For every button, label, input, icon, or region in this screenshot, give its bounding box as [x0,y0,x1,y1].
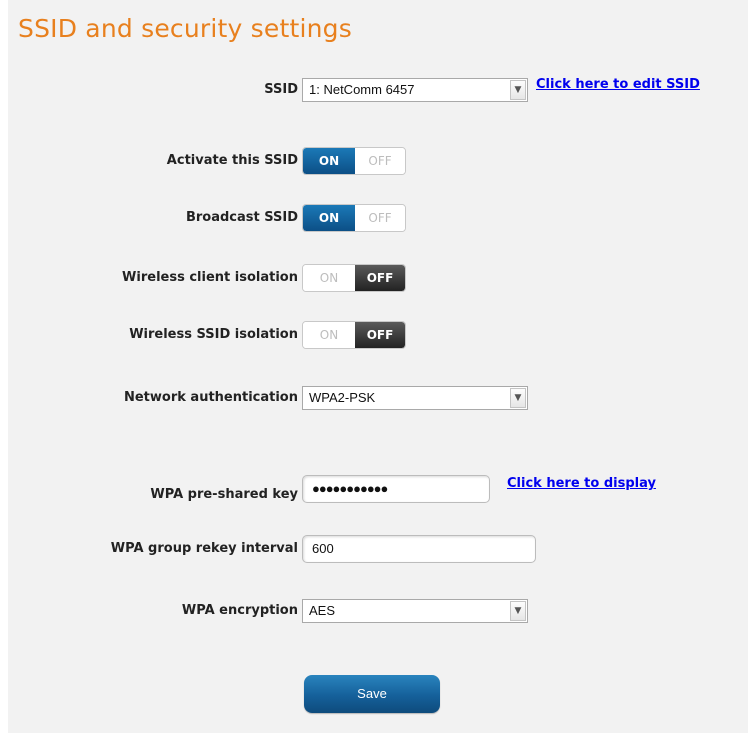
psk-input[interactable]: ●●●●●●●●●●● [302,475,490,503]
settings-panel: SSID and security settings SSID 1: NetCo… [8,0,748,733]
network-auth-select-value: WPA2-PSK [309,390,376,405]
broadcast-ssid-toggle[interactable]: ON OFF [302,204,406,232]
chevron-down-icon: ▼ [510,80,526,100]
toggle-off-option[interactable]: OFF [355,265,405,291]
client-isolation-toggle[interactable]: ON OFF [302,264,406,292]
network-auth-label: Network authentication [123,390,298,405]
edit-ssid-link[interactable]: Click here to edit SSID [536,75,700,95]
ssid-select-value: 1: NetComm 6457 [309,82,415,97]
toggle-off-option[interactable]: OFF [355,322,405,348]
rekey-label: WPA group rekey interval [110,541,298,556]
ssid-isolation-label: Wireless SSID isolation [129,327,298,342]
broadcast-ssid-label: Broadcast SSID [185,210,298,225]
encryption-label: WPA encryption [181,603,298,618]
ssid-row: SSID 1: NetComm 6457 ▼ Click here to edi… [8,75,748,105]
rekey-row: WPA group rekey interval 600 [8,534,748,564]
client-isolation-row: Wireless client isolation ON OFF [8,263,748,293]
ssid-isolation-row: Wireless SSID isolation ON OFF [8,320,748,350]
encryption-select[interactable]: AES ▼ [302,599,528,623]
network-auth-select[interactable]: WPA2-PSK ▼ [302,386,528,410]
psk-row: WPA pre-shared key ●●●●●●●●●●● Click her… [8,474,748,506]
page-title: SSID and security settings [18,14,352,43]
client-isolation-label: Wireless client isolation [122,270,298,285]
ssid-select[interactable]: 1: NetComm 6457 ▼ [302,78,528,102]
chevron-down-icon: ▼ [510,601,526,621]
rekey-value: 600 [312,541,334,556]
encryption-row: WPA encryption AES ▼ [8,596,748,626]
toggle-on-option[interactable]: ON [303,148,355,174]
activate-ssid-toggle[interactable]: ON OFF [302,147,406,175]
toggle-on-option[interactable]: ON [303,322,355,348]
activate-ssid-row: Activate this SSID ON OFF [8,146,748,176]
broadcast-ssid-row: Broadcast SSID ON OFF [8,203,748,233]
network-auth-row: Network authentication WPA2-PSK ▼ [8,383,748,413]
psk-label: WPA pre-shared key [150,487,298,502]
rekey-input[interactable]: 600 [302,535,536,563]
ssid-isolation-toggle[interactable]: ON OFF [302,321,406,349]
chevron-down-icon: ▼ [510,388,526,408]
psk-masked-value: ●●●●●●●●●●● [312,481,388,496]
toggle-on-option[interactable]: ON [303,265,355,291]
toggle-off-option[interactable]: OFF [355,205,405,231]
toggle-on-option[interactable]: ON [303,205,355,231]
ssid-label: SSID [264,82,298,97]
save-button[interactable]: Save [304,675,440,713]
activate-ssid-label: Activate this SSID [166,153,298,168]
display-psk-link[interactable]: Click here to display [507,474,656,494]
encryption-select-value: AES [309,603,336,618]
toggle-off-option[interactable]: OFF [355,148,405,174]
